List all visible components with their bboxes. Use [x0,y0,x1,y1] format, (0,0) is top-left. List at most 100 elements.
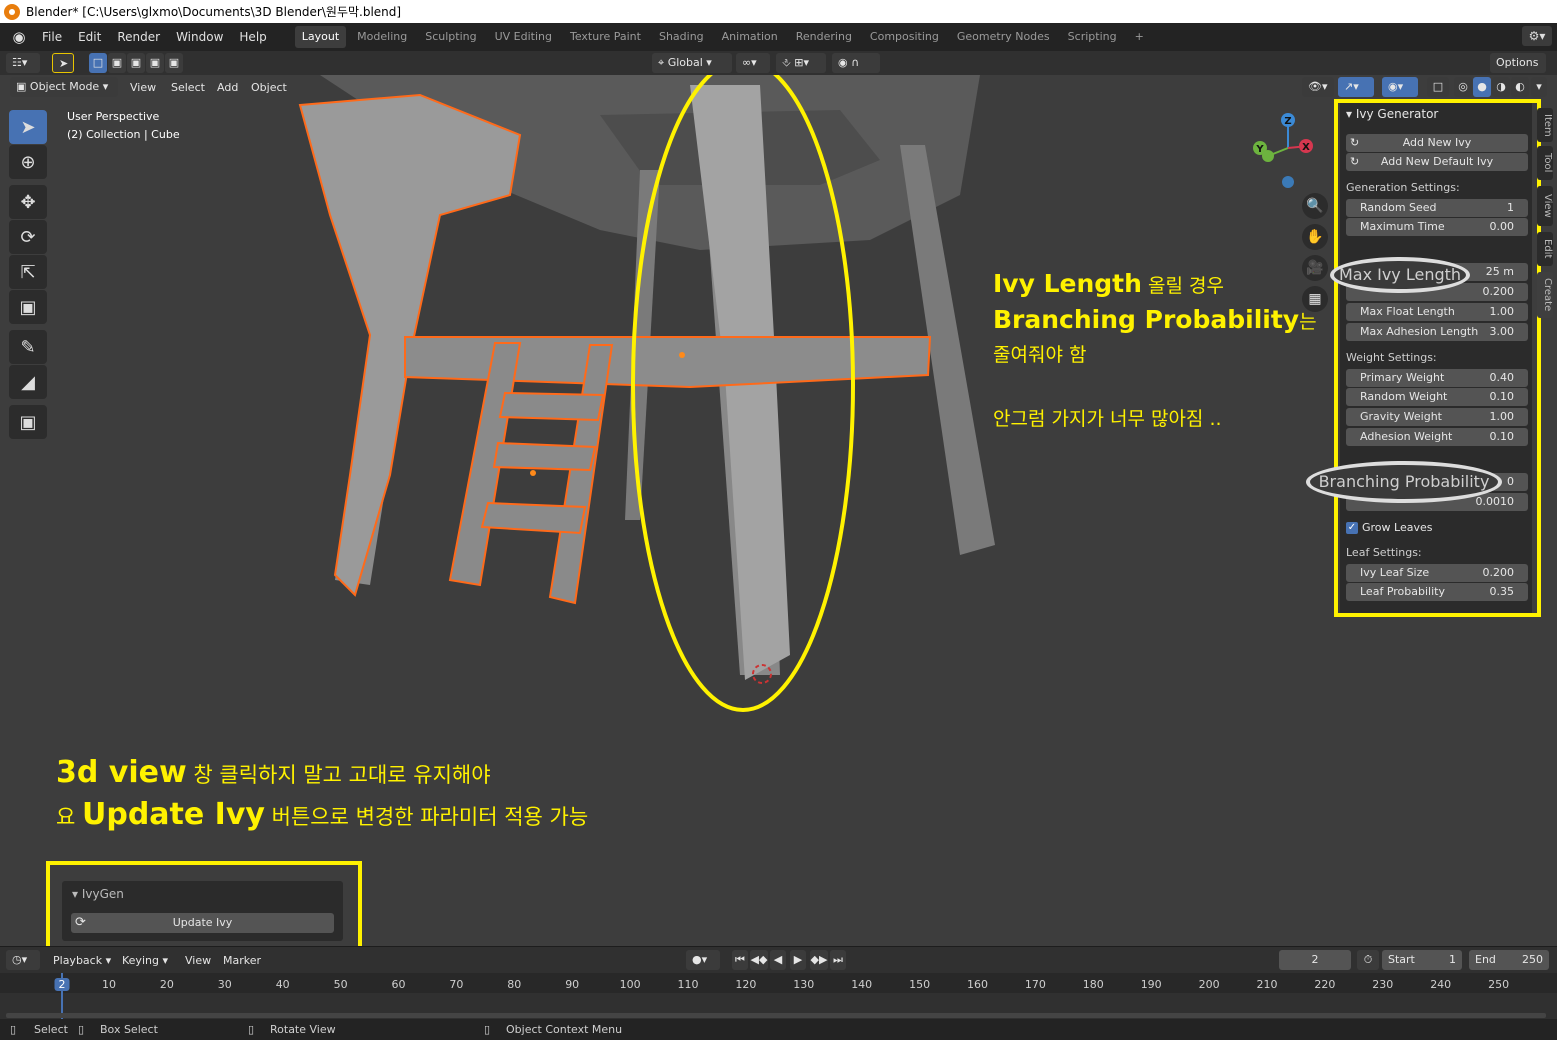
side-tab-tool[interactable]: Tool [1537,146,1553,180]
scale-tool-icon[interactable]: ⇱ [9,255,47,289]
select-new-icon[interactable]: □ [89,53,107,73]
timeline-view-menu[interactable]: View [185,954,211,967]
gizmo-toggle-icon[interactable]: ↗▾ [1338,77,1374,97]
select-box-tool-icon[interactable]: ➤ [9,110,47,144]
tab-shading[interactable]: Shading [652,26,711,48]
scene-selector-icon[interactable]: ⚙▾ [1522,26,1552,46]
snap-toggle[interactable]: ⎀ ⊞▾ [776,53,826,73]
solid-shading-icon[interactable]: ● [1473,77,1491,97]
tab-texture-paint[interactable]: Texture Paint [563,26,648,48]
menu-file[interactable]: File [34,26,70,48]
annotation-right-line1: Ivy Length 올릴 경우 [993,267,1317,303]
editor-type-button[interactable]: ☷▾ [6,53,40,73]
visibility-icon[interactable]: 👁▾ [1302,77,1334,97]
side-tab-view[interactable]: View [1537,186,1553,226]
side-tab-create[interactable]: Create [1537,272,1553,318]
side-tab-edit[interactable]: Edit [1537,232,1553,266]
add-menu[interactable]: Add [217,81,238,94]
play-reverse-icon[interactable]: ◀ [770,950,786,970]
add-new-ivy-button[interactable]: ↻ Add New Ivy [1346,134,1528,152]
select-difference-icon[interactable]: ▣ [146,53,164,73]
ivy-leaf-size-field[interactable]: Ivy Leaf Size 0.200 [1346,564,1528,582]
random-weight-field[interactable]: Random Weight 0.10 [1346,388,1528,406]
pivot-point-select[interactable]: ∞▾ [736,53,770,73]
ivy-generator-header[interactable]: ▾ Ivy Generator [1346,107,1438,121]
ivy-leaf-size-label: Ivy Leaf Size [1360,566,1430,579]
tab-sculpting[interactable]: Sculpting [418,26,483,48]
add-cube-tool-icon[interactable]: ▣ [9,405,47,439]
overlay-toggle-icon[interactable]: ◉▾ [1382,77,1418,97]
marker-menu[interactable]: Marker [223,954,261,967]
measure-tool-icon[interactable]: ◢ [9,365,47,399]
zoom-icon[interactable]: 🔍 [1302,193,1328,219]
view-menu[interactable]: View [130,81,156,94]
playback-menu[interactable]: Playback ▾ [53,954,111,967]
material-shading-icon[interactable]: ◑ [1492,77,1510,97]
annotate-tool-icon[interactable]: ✎ [9,330,47,364]
cursor-tool-icon[interactable]: ⊕ [9,145,47,179]
select-menu[interactable]: Select [171,81,205,94]
jump-start-icon[interactable]: ⏮ [732,950,748,970]
tab-modeling[interactable]: Modeling [350,26,414,48]
current-frame-field[interactable]: 2 [1279,950,1351,970]
max-adhesion-length-field[interactable]: Max Adhesion Length 3.00 [1346,323,1528,341]
next-keyframe-icon[interactable]: ◆▶ [810,950,828,970]
options-dropdown[interactable]: Options ▾ [1490,53,1546,89]
tab-geometry-nodes[interactable]: Geometry Nodes [950,26,1057,48]
move-tool-icon[interactable]: ✥ [9,185,47,219]
navigation-gizmo[interactable]: Z Y X [1248,108,1328,193]
wireframe-shading-icon[interactable]: ◎ [1454,77,1472,97]
rendered-shading-icon[interactable]: ◐ [1511,77,1529,97]
prev-keyframe-icon[interactable]: ◀◆ [750,950,768,970]
menu-render[interactable]: Render [109,26,168,48]
transform-orientation-select[interactable]: ⌖ Global ▾ [652,53,732,73]
blender-logo-icon[interactable]: ◉ [10,28,28,46]
timeline-ruler[interactable]: 2 10 20 30 40 50 60 70 80 90 100 110 120 130 140 150 160… [0,973,1557,1019]
timeline-tick-label: 70 [449,978,464,991]
3d-viewport[interactable]: User Perspective (2) Collection | Cube ▣… [0,75,1557,946]
select-intersect-icon[interactable]: ▣ [165,53,183,73]
auto-keying-icon[interactable]: ●▾ [686,950,720,970]
adhesion-weight-field[interactable]: Adhesion Weight 0.10 [1346,428,1528,446]
update-ivy-button[interactable]: ⟳ Update Ivy [71,913,334,933]
rotate-tool-icon[interactable]: ⟳ [9,220,47,254]
object-menu[interactable]: Object [251,81,287,94]
timeline-scrollbar[interactable] [6,1013,1546,1018]
mode-select[interactable]: ▣ Object Mode ▾ [10,77,118,97]
tab-animation[interactable]: Animation [715,26,785,48]
add-new-default-ivy-button[interactable]: ↻ Add New Default Ivy [1346,153,1528,171]
menu-help[interactable]: Help [231,26,274,48]
tab-uv-editing[interactable]: UV Editing [488,26,559,48]
ivygen-panel-header[interactable]: ▾ IvyGen [72,887,124,901]
grow-leaves-checkbox[interactable]: ✓ Grow Leaves [1346,521,1432,534]
timeline-editor-type-icon[interactable]: ◷▾ [6,950,40,970]
tab-scripting[interactable]: Scripting [1061,26,1124,48]
proportional-edit-toggle[interactable]: ◉ ∩ [832,53,880,73]
tab-layout[interactable]: Layout [294,26,347,48]
side-tab-item[interactable]: Item [1537,108,1553,142]
menu-window[interactable]: Window [168,26,231,48]
add-workspace-button[interactable]: + [1128,26,1151,48]
pan-hand-icon[interactable]: ✋ [1302,224,1328,250]
play-icon[interactable]: ▶ [790,950,806,970]
end-frame-field[interactable]: End 250 [1469,950,1549,970]
menu-edit[interactable]: Edit [70,26,109,48]
transform-tool-icon[interactable]: ▣ [9,290,47,324]
shading-options-icon[interactable]: ▾ [1531,77,1547,97]
select-subtract-icon[interactable]: ▣ [127,53,145,73]
stopwatch-icon[interactable]: ⏱ [1357,950,1379,970]
keying-menu[interactable]: Keying ▾ [122,954,168,967]
gravity-weight-field[interactable]: Gravity Weight 1.00 [1346,408,1528,426]
select-extend-icon[interactable]: ▣ [108,53,126,73]
primary-weight-field[interactable]: Primary Weight 0.40 [1346,369,1528,387]
max-float-length-field[interactable]: Max Float Length 1.00 [1346,303,1528,321]
random-seed-field[interactable]: Random Seed 1 [1346,199,1528,217]
leaf-probability-field[interactable]: Leaf Probability 0.35 [1346,583,1528,601]
xray-toggle-icon[interactable]: □ [1427,77,1449,97]
start-frame-field[interactable]: Start 1 [1382,950,1462,970]
tab-rendering[interactable]: Rendering [789,26,859,48]
maximum-time-field[interactable]: Maximum Time 0.00 [1346,218,1528,236]
select-tool-icon[interactable]: ➤ [52,53,74,73]
tab-compositing[interactable]: Compositing [863,26,946,48]
jump-end-icon[interactable]: ⏭ [830,950,846,970]
